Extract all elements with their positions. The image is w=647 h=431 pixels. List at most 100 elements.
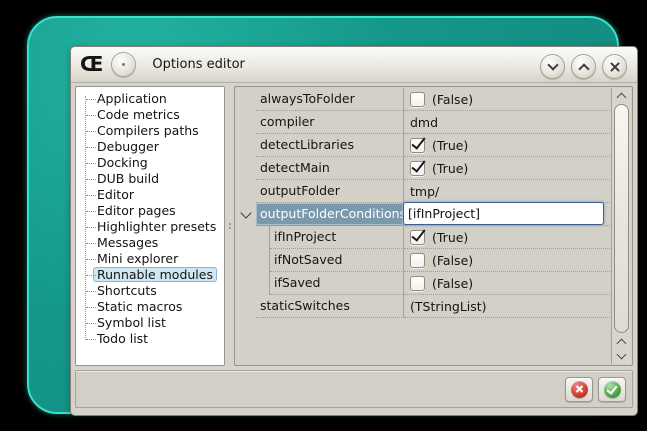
sidebar-item-docking[interactable]: Docking [97, 155, 224, 171]
property-row-ifNotSaved[interactable]: ifNotSaved (False) [235, 249, 612, 272]
property-value[interactable]: (True) [404, 134, 612, 157]
property-name[interactable]: detectLibraries [256, 134, 404, 157]
chevron-up-icon [617, 339, 627, 349]
property-row-ifInProject[interactable]: ifInProject (True) [235, 226, 612, 249]
property-value[interactable]: (False) [404, 249, 612, 272]
sidebar-item-runnable-modules[interactable]: Runnable modules [97, 267, 224, 283]
property-row-alwaysToFolder[interactable]: alwaysToFolder (False) [235, 88, 612, 111]
sidebar-item-label: Code metrics [97, 107, 180, 122]
scroll-up-button-2[interactable] [612, 334, 631, 349]
row-expander-gutter [235, 272, 256, 295]
property-value[interactable]: (False) [404, 272, 612, 295]
property-value[interactable]: (TStringList) [404, 295, 612, 318]
sidebar-tree: Application Code metrics Compilers paths… [76, 87, 224, 347]
sidebar-item-code-metrics[interactable]: Code metrics [97, 107, 224, 123]
checkbox[interactable] [410, 92, 425, 107]
property-value[interactable]: [ifInProject] [404, 203, 612, 226]
property-value-text: (False) [432, 253, 473, 268]
property-name[interactable]: outputFolder [256, 180, 404, 203]
property-value[interactable]: (False) [404, 88, 612, 111]
sidebar-item-label: Shortcuts [97, 283, 157, 298]
sidebar-item-highlighter-presets[interactable]: Highlighter presets [97, 219, 224, 235]
sidebar-item-symbol-list[interactable]: Symbol list [97, 315, 224, 331]
titlebar[interactable]: Œ Options editor [71, 47, 637, 83]
scrollbar-thumb[interactable] [614, 104, 629, 333]
property-name[interactable]: detectMain [256, 157, 404, 180]
property-value-text: (TStringList) [410, 299, 487, 314]
row-expander-gutter [235, 111, 256, 134]
property-name[interactable]: alwaysToFolder [256, 88, 404, 111]
property-value-text: tmp/ [410, 184, 439, 199]
property-grid: alwaysToFolder (False) compiler dmd dete… [234, 86, 633, 366]
collapse-chevron-icon[interactable] [240, 207, 251, 218]
sidebar-item-label: Editor pages [97, 203, 176, 218]
checkbox[interactable] [410, 253, 425, 268]
property-value[interactable]: dmd [404, 111, 612, 134]
property-value-text: (True) [432, 230, 468, 245]
row-expander-gutter [235, 157, 256, 180]
sidebar-item-label: Todo list [97, 331, 148, 346]
sidebar-item-messages[interactable]: Messages [97, 235, 224, 251]
sidebar-item-label: Static macros [97, 299, 182, 314]
property-row-outputFolder[interactable]: outputFolder tmp/ [235, 180, 612, 203]
chevron-up-icon [617, 93, 627, 103]
checkbox[interactable] [410, 138, 425, 153]
property-row-ifSaved[interactable]: ifSaved (False) [235, 272, 612, 295]
dot-icon [122, 63, 125, 66]
close-icon [609, 61, 621, 73]
grid-scrollbar[interactable] [611, 88, 631, 364]
property-row-outputFolderConditions[interactable]: outputFolderConditions [ifInProject] [235, 203, 612, 226]
app-logo-icon: Œ [80, 54, 100, 74]
window-menu-button[interactable] [111, 52, 136, 77]
property-value[interactable]: (True) [404, 226, 612, 249]
footer-bar [75, 370, 633, 408]
minimize-button[interactable] [540, 54, 565, 79]
sidebar-item-label: Symbol list [97, 315, 166, 330]
sidebar-item-dub-build[interactable]: DUB build [97, 171, 224, 187]
checkbox[interactable] [410, 161, 425, 176]
sidebar-item-static-macros[interactable]: Static macros [97, 299, 224, 315]
chevron-down-icon [617, 350, 627, 360]
row-indent [256, 272, 270, 295]
sidebar-item-compilers-paths[interactable]: Compilers paths [97, 123, 224, 139]
sidebar-item-todo-list[interactable]: Todo list [97, 331, 224, 347]
property-row-staticSwitches[interactable]: staticSwitches (TStringList) [235, 295, 612, 318]
sidebar-item-label: Editor [97, 187, 134, 202]
property-value[interactable]: tmp/ [404, 180, 612, 203]
sidebar-item-label: Docking [97, 155, 148, 170]
row-expander-gutter [235, 203, 256, 226]
scroll-bottom-steppers [612, 334, 631, 364]
property-name[interactable]: ifNotSaved [270, 249, 404, 272]
scroll-down-button[interactable] [612, 349, 631, 364]
property-row-compiler[interactable]: compiler dmd [235, 111, 612, 134]
sidebar-item-label: Messages [97, 235, 158, 250]
property-name[interactable]: outputFolderConditions [256, 203, 404, 226]
close-button[interactable] [602, 54, 627, 79]
checkbox[interactable] [410, 230, 425, 245]
accept-button[interactable] [598, 377, 626, 402]
panel-splitter[interactable] [226, 86, 234, 366]
property-row-detectMain[interactable]: detectMain (True) [235, 157, 612, 180]
property-row-detectLibraries[interactable]: detectLibraries (True) [235, 134, 612, 157]
sidebar-item-editor-pages[interactable]: Editor pages [97, 203, 224, 219]
property-value-editor[interactable]: [ifInProject] [403, 202, 604, 225]
row-expander-gutter [235, 295, 256, 318]
property-name[interactable]: ifInProject [270, 226, 404, 249]
property-value-text: (False) [432, 92, 473, 107]
scroll-up-button[interactable] [612, 88, 631, 103]
checkbox[interactable] [410, 276, 425, 291]
sidebar-item-debugger[interactable]: Debugger [97, 139, 224, 155]
sidebar-item-application[interactable]: Application [97, 91, 224, 107]
sidebar-item-shortcuts[interactable]: Shortcuts [97, 283, 224, 299]
sidebar-item-mini-explorer[interactable]: Mini explorer [97, 251, 224, 267]
property-name[interactable]: staticSwitches [256, 295, 404, 318]
cancel-button[interactable] [565, 377, 593, 402]
sidebar-item-label: DUB build [97, 171, 159, 186]
categories-panel: Application Code metrics Compilers paths… [75, 86, 225, 366]
property-value[interactable]: (True) [404, 157, 612, 180]
sidebar-item-editor[interactable]: Editor [97, 187, 224, 203]
row-expander-gutter [235, 88, 256, 111]
property-name[interactable]: compiler [256, 111, 404, 134]
property-name[interactable]: ifSaved [270, 272, 404, 295]
maximize-button[interactable] [571, 54, 596, 79]
